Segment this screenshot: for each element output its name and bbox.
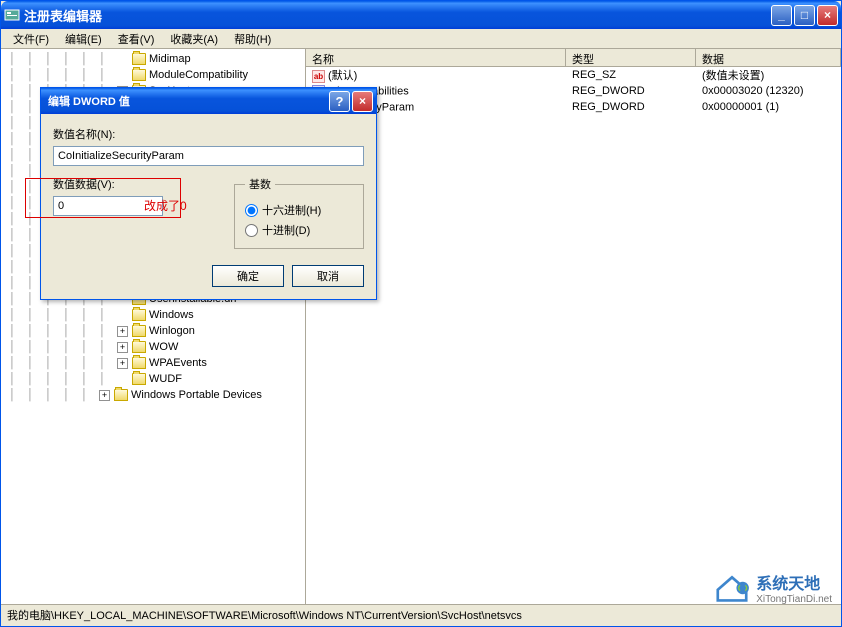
tree-expand-icon[interactable]: + — [99, 390, 110, 401]
tree-label[interactable]: ModuleCompatibility — [149, 69, 248, 81]
dialog-titlebar[interactable]: 编辑 DWORD 值 ? × — [41, 88, 376, 114]
radix-fieldset: 基数 十六进制(H) 十进制(D) — [234, 176, 364, 249]
regedit-icon — [4, 7, 20, 23]
value-data: 0x00000001 (1) — [696, 101, 841, 113]
radix-dec-label: 十进制(D) — [262, 222, 310, 238]
folder-icon — [132, 325, 146, 337]
tree-item[interactable]: ││││││Windows — [9, 307, 305, 323]
tree-expand-icon[interactable]: + — [117, 342, 128, 353]
tree-label[interactable]: Windows Portable Devices — [131, 389, 262, 401]
folder-icon — [132, 309, 146, 321]
tree-item[interactable]: ││││││+WOW — [9, 339, 305, 355]
tree-item[interactable]: ││││││ModuleCompatibility — [9, 67, 305, 83]
radix-dec-radio[interactable] — [245, 224, 258, 237]
close-button[interactable]: × — [817, 5, 838, 26]
dialog-help-button[interactable]: ? — [329, 91, 350, 112]
tree-label[interactable]: WOW — [149, 341, 178, 353]
folder-icon — [132, 373, 146, 385]
dialog-close-button[interactable]: × — [352, 91, 373, 112]
radix-legend: 基数 — [245, 176, 275, 192]
value-name-label: 数值名称(N): — [53, 126, 364, 142]
menu-help[interactable]: 帮助(H) — [226, 29, 279, 49]
tree-label[interactable]: WUDF — [149, 373, 182, 385]
watermark-url: XiTongTianDi.net — [756, 594, 832, 605]
value-string-icon: ab — [312, 70, 325, 83]
value-type: REG_DWORD — [566, 101, 696, 113]
window-title: 注册表编辑器 — [24, 6, 771, 25]
menu-edit[interactable]: 编辑(E) — [57, 29, 110, 49]
menu-file[interactable]: 文件(F) — [5, 29, 57, 49]
value-name: (默认) — [328, 70, 357, 82]
watermark: 系统天地 XiTongTianDi.net — [714, 570, 832, 605]
col-header-data[interactable]: 数据 — [696, 49, 841, 66]
menu-favorites[interactable]: 收藏夹(A) — [162, 29, 226, 49]
folder-icon — [132, 357, 146, 369]
col-header-type[interactable]: 类型 — [566, 49, 696, 66]
folder-icon — [132, 53, 146, 65]
maximize-button[interactable]: □ — [794, 5, 815, 26]
list-row[interactable]: 01ationCapabilitiesREG_DWORD0x00003020 (… — [306, 83, 841, 99]
tree-item[interactable]: ││││││+WPAEvents — [9, 355, 305, 371]
radix-hex-radio[interactable] — [245, 204, 258, 217]
tree-item[interactable]: │││││+Windows Portable Devices — [9, 387, 305, 403]
tree-label[interactable]: Winlogon — [149, 325, 195, 337]
value-type: REG_SZ — [566, 69, 696, 81]
value-type: REG_DWORD — [566, 85, 696, 97]
tree-expand-icon[interactable]: + — [117, 358, 128, 369]
titlebar[interactable]: 注册表编辑器 _ □ × — [1, 1, 841, 29]
watermark-title: 系统天地 — [756, 570, 832, 594]
folder-icon — [114, 389, 128, 401]
minimize-button[interactable]: _ — [771, 5, 792, 26]
radix-hex-label: 十六进制(H) — [262, 202, 321, 218]
value-name-input[interactable] — [53, 146, 364, 166]
tree-label[interactable]: Windows — [149, 309, 194, 321]
value-data: 0x00003020 (12320) — [696, 85, 841, 97]
list-panel[interactable]: 名称 类型 数据 ab(默认) REG_SZ(数值未设置)01ationCapab… — [306, 49, 841, 604]
value-data: (数值未设置) — [696, 67, 841, 83]
ok-button[interactable]: 确定 — [212, 265, 284, 287]
cancel-button[interactable]: 取消 — [292, 265, 364, 287]
dialog-title: 编辑 DWORD 值 — [44, 93, 329, 109]
statusbar: 我的电脑\HKEY_LOCAL_MACHINE\SOFTWARE\Microso… — [1, 604, 841, 624]
watermark-logo-icon — [714, 572, 750, 604]
tree-label[interactable]: WPAEvents — [149, 357, 207, 369]
list-row[interactable]: ab(默认) REG_SZ(数值未设置) — [306, 67, 841, 83]
list-header: 名称 类型 数据 — [306, 49, 841, 67]
folder-icon — [132, 341, 146, 353]
menu-view[interactable]: 查看(V) — [110, 29, 163, 49]
statusbar-path: 我的电脑\HKEY_LOCAL_MACHINE\SOFTWARE\Microso… — [7, 607, 522, 623]
annotation-text: 改成了0 — [144, 197, 187, 214]
col-header-name[interactable]: 名称 — [306, 49, 566, 66]
folder-icon — [132, 69, 146, 81]
tree-item[interactable]: ││││││+Winlogon — [9, 323, 305, 339]
tree-expand-icon[interactable]: + — [117, 326, 128, 337]
list-row[interactable]: 01izeSecurityParamREG_DWORD0x00000001 (1… — [306, 99, 841, 115]
menubar: 文件(F) 编辑(E) 查看(V) 收藏夹(A) 帮助(H) — [1, 29, 841, 49]
tree-item[interactable]: ││││││WUDF — [9, 371, 305, 387]
tree-label[interactable]: Midimap — [149, 53, 191, 65]
tree-item[interactable]: ││││││Midimap — [9, 51, 305, 67]
